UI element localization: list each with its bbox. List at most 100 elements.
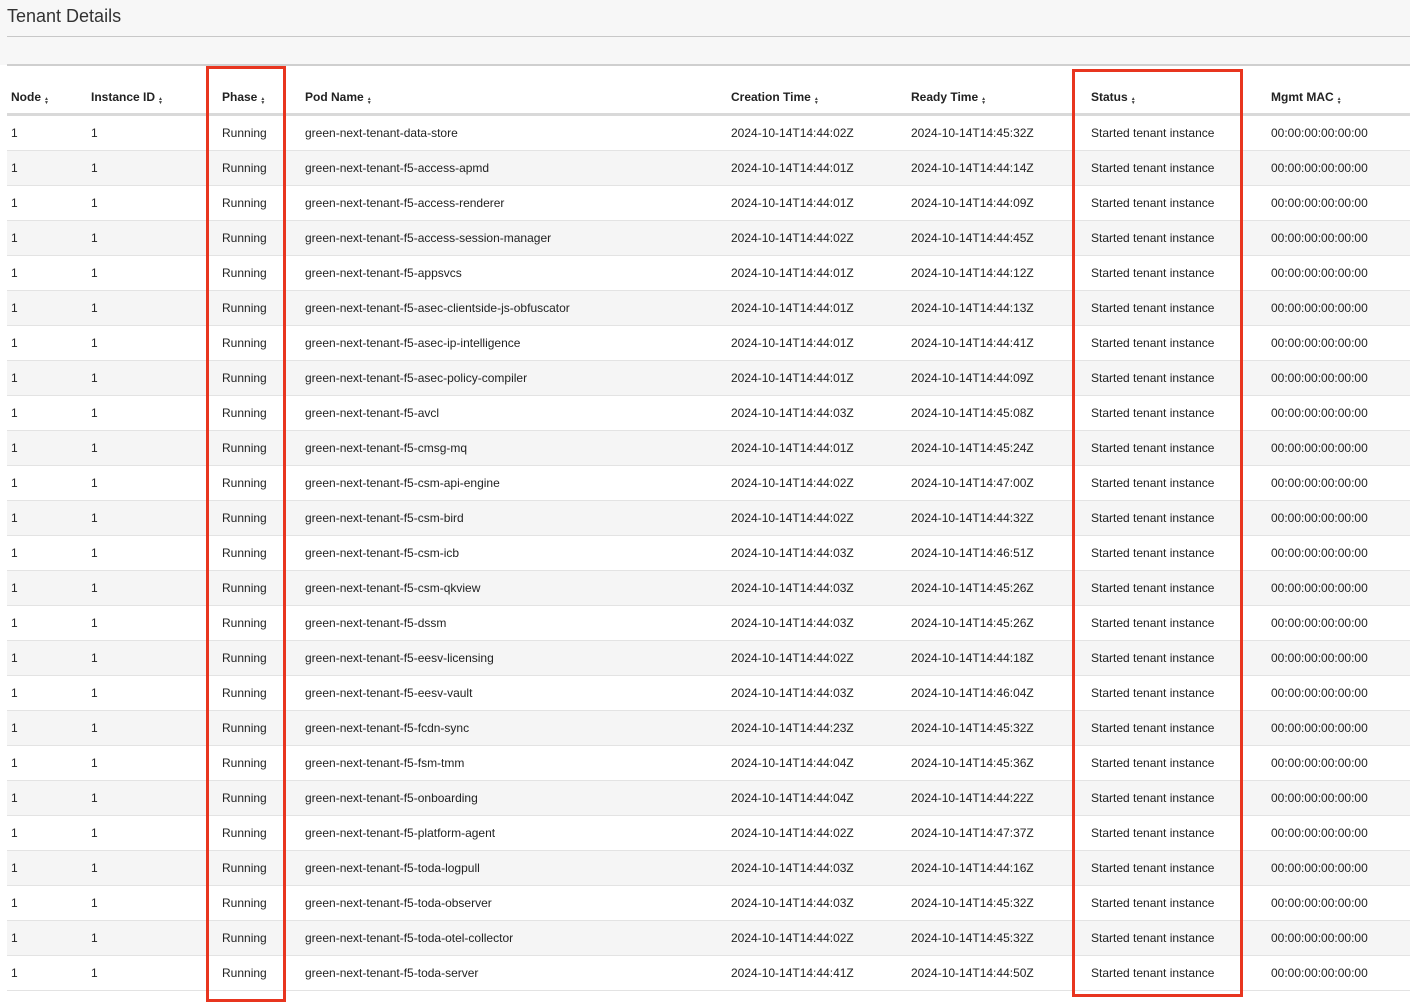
column-header-creation-time[interactable]: Creation Time ▲ ▼ xyxy=(730,66,910,116)
table-row[interactable]: 1 1 Running green-next-tenant-f5-toda-obser… xyxy=(7,885,1410,921)
cell-pod-name: green-next-tenant-f5-csm-bird xyxy=(304,500,730,536)
cell-phase: Running xyxy=(221,675,304,711)
table-row[interactable]: 1 1 Running green-next-tenant-f5-cmsg-mq 202… xyxy=(7,430,1410,466)
table-row[interactable]: 1 1 Running green-next-tenant-f5-asec-clien… xyxy=(7,290,1410,326)
table-row[interactable]: 1 1 Running green-next-tenant-f5-csm-api-en… xyxy=(7,465,1410,501)
table-row[interactable]: 1 1 Running green-next-tenant-f5-toda-otel-… xyxy=(7,920,1410,956)
cell-ready-time: 2024-10-14T14:44:12Z xyxy=(910,255,1090,291)
table-row[interactable]: 1 1 Running green-next-tenant-f5-onboarding… xyxy=(7,780,1410,816)
column-header-label: Ready Time xyxy=(911,90,979,104)
cell-instance-id: 1 xyxy=(91,220,221,256)
cell-ready-time: 2024-10-14T14:45:36Z xyxy=(910,745,1090,781)
cell-creation-time: 2024-10-14T14:44:02Z xyxy=(730,220,910,256)
table-row[interactable]: 1 1 Running green-next-tenant-f5-fcdn-sync 2… xyxy=(7,710,1410,746)
table-row[interactable]: 1 1 Running green-next-tenant-f5-dssm 2024-1… xyxy=(7,605,1410,641)
cell-status: Started tenant instance xyxy=(1090,745,1270,781)
table-row[interactable]: 1 1 Running green-next-tenant-f5-avcl 2024-1… xyxy=(7,395,1410,431)
cell-creation-time: 2024-10-14T14:44:01Z xyxy=(730,150,910,186)
table-row[interactable]: 1 1 Running green-next-tenant-data-store 202… xyxy=(7,114,1410,151)
sort-arrows-icon[interactable]: ▲ ▼ xyxy=(1131,97,1136,106)
sort-arrows-icon[interactable]: ▲ ▼ xyxy=(367,97,372,106)
cell-phase: Running xyxy=(221,360,304,396)
sort-arrows-icon[interactable]: ▲ ▼ xyxy=(1337,97,1342,106)
cell-instance-id: 1 xyxy=(91,114,221,151)
table-row[interactable]: 1 1 Running green-next-tenant-f5-access-ses… xyxy=(7,220,1410,256)
cell-phase: Running xyxy=(221,710,304,746)
cell-node: 1 xyxy=(7,325,91,361)
cell-instance-id: 1 xyxy=(91,640,221,676)
sort-arrows-icon[interactable]: ▲ ▼ xyxy=(44,97,49,106)
cell-pod-name: green-next-tenant-data-store xyxy=(304,114,730,151)
table-row[interactable]: 1 1 Running green-next-tenant-f5-asec-polic… xyxy=(7,360,1410,396)
cell-mgmt-mac: 00:00:00:00:00:00 xyxy=(1270,290,1410,326)
table-row[interactable]: 1 1 Running green-next-tenant-f5-csm-bird 20… xyxy=(7,500,1410,536)
cell-pod-name: green-next-tenant-f5-eesv-vault xyxy=(304,675,730,711)
column-header-ready-time[interactable]: Ready Time ▲ ▼ xyxy=(910,66,1090,116)
column-header-label: Phase xyxy=(222,90,258,104)
cell-mgmt-mac: 00:00:00:00:00:00 xyxy=(1270,605,1410,641)
cell-status: Started tenant instance xyxy=(1090,605,1270,641)
cell-mgmt-mac: 00:00:00:00:00:00 xyxy=(1270,150,1410,186)
column-header-label: Instance ID xyxy=(91,90,156,104)
cell-node: 1 xyxy=(7,815,91,851)
column-header-label: Pod Name xyxy=(305,90,364,104)
cell-ready-time: 2024-10-14T14:44:14Z xyxy=(910,150,1090,186)
cell-node: 1 xyxy=(7,745,91,781)
sort-arrows-icon[interactable]: ▲ ▼ xyxy=(158,97,163,106)
column-header-mgmt-mac[interactable]: Mgmt MAC ▲ ▼ xyxy=(1270,66,1410,116)
cell-ready-time: 2024-10-14T14:45:32Z xyxy=(910,885,1090,921)
cell-creation-time: 2024-10-14T14:44:02Z xyxy=(730,114,910,151)
cell-mgmt-mac: 00:00:00:00:00:00 xyxy=(1270,114,1410,151)
table-row[interactable]: 1 1 Running green-next-tenant-f5-access-apm… xyxy=(7,150,1410,186)
table-row[interactable]: 1 1 Running green-next-tenant-f5-appsvcs 202… xyxy=(7,255,1410,291)
column-header-status[interactable]: Status ▲ ▼ xyxy=(1090,66,1270,116)
cell-node: 1 xyxy=(7,570,91,606)
cell-creation-time: 2024-10-14T14:44:01Z xyxy=(730,255,910,291)
cell-creation-time: 2024-10-14T14:44:04Z xyxy=(730,745,910,781)
table-row[interactable]: 1 1 Running green-next-tenant-f5-toda-serve… xyxy=(7,955,1410,991)
cell-status: Started tenant instance xyxy=(1090,535,1270,571)
cell-ready-time: 2024-10-14T14:47:00Z xyxy=(910,465,1090,501)
cell-ready-time: 2024-10-14T14:47:37Z xyxy=(910,815,1090,851)
table-row[interactable]: 1 1 Running green-next-tenant-f5-csm-qkview… xyxy=(7,570,1410,606)
page-title: Tenant Details xyxy=(7,6,122,26)
cell-ready-time: 2024-10-14T14:44:09Z xyxy=(910,360,1090,396)
cell-ready-time: 2024-10-14T14:45:32Z xyxy=(910,114,1090,151)
cell-node: 1 xyxy=(7,675,91,711)
table-row[interactable]: 1 1 Running green-next-tenant-f5-platform-a… xyxy=(7,815,1410,851)
cell-ready-time: 2024-10-14T14:46:04Z xyxy=(910,675,1090,711)
cell-instance-id: 1 xyxy=(91,955,221,991)
cell-instance-id: 1 xyxy=(91,605,221,641)
cell-status: Started tenant instance xyxy=(1090,955,1270,991)
cell-pod-name: green-next-tenant-f5-toda-observer xyxy=(304,885,730,921)
cell-status: Started tenant instance xyxy=(1090,500,1270,536)
cell-instance-id: 1 xyxy=(91,465,221,501)
table-row[interactable]: 1 1 Running green-next-tenant-f5-eesv-licen… xyxy=(7,640,1410,676)
cell-node: 1 xyxy=(7,850,91,886)
cell-node: 1 xyxy=(7,430,91,466)
column-header-instance-id[interactable]: Instance ID ▲ ▼ xyxy=(91,66,221,116)
column-header-pod-name[interactable]: Pod Name ▲ ▼ xyxy=(304,66,730,116)
table-row[interactable]: 1 1 Running green-next-tenant-f5-access-ren… xyxy=(7,185,1410,221)
cell-ready-time: 2024-10-14T14:44:22Z xyxy=(910,780,1090,816)
cell-node: 1 xyxy=(7,535,91,571)
table-row[interactable]: 1 1 Running green-next-tenant-f5-csm-icb 202… xyxy=(7,535,1410,571)
cell-instance-id: 1 xyxy=(91,780,221,816)
table-row[interactable]: 1 1 Running green-next-tenant-f5-toda-logpu… xyxy=(7,850,1410,886)
column-header-phase[interactable]: Phase ▲ ▼ xyxy=(221,66,304,116)
cell-phase: Running xyxy=(221,150,304,186)
sort-arrows-icon[interactable]: ▲ ▼ xyxy=(814,97,819,106)
cell-status: Started tenant instance xyxy=(1090,150,1270,186)
table-row[interactable]: 1 1 Running green-next-tenant-f5-asec-ip-in… xyxy=(7,325,1410,361)
cell-pod-name: green-next-tenant-f5-asec-ip-intelligenc… xyxy=(304,325,730,361)
cell-status: Started tenant instance xyxy=(1090,325,1270,361)
sort-arrows-icon[interactable]: ▲ ▼ xyxy=(981,97,986,106)
cell-node: 1 xyxy=(7,500,91,536)
table-row[interactable]: 1 1 Running green-next-tenant-f5-fsm-tmm 202… xyxy=(7,745,1410,781)
column-header-node[interactable]: Node ▲ ▼ xyxy=(7,66,91,116)
table-row[interactable]: 1 1 Running green-next-tenant-f5-eesv-vault… xyxy=(7,675,1410,711)
sort-arrows-icon[interactable]: ▲ ▼ xyxy=(260,97,265,106)
cell-pod-name: green-next-tenant-f5-eesv-licensing xyxy=(304,640,730,676)
cell-instance-id: 1 xyxy=(91,710,221,746)
cell-status: Started tenant instance xyxy=(1090,185,1270,221)
